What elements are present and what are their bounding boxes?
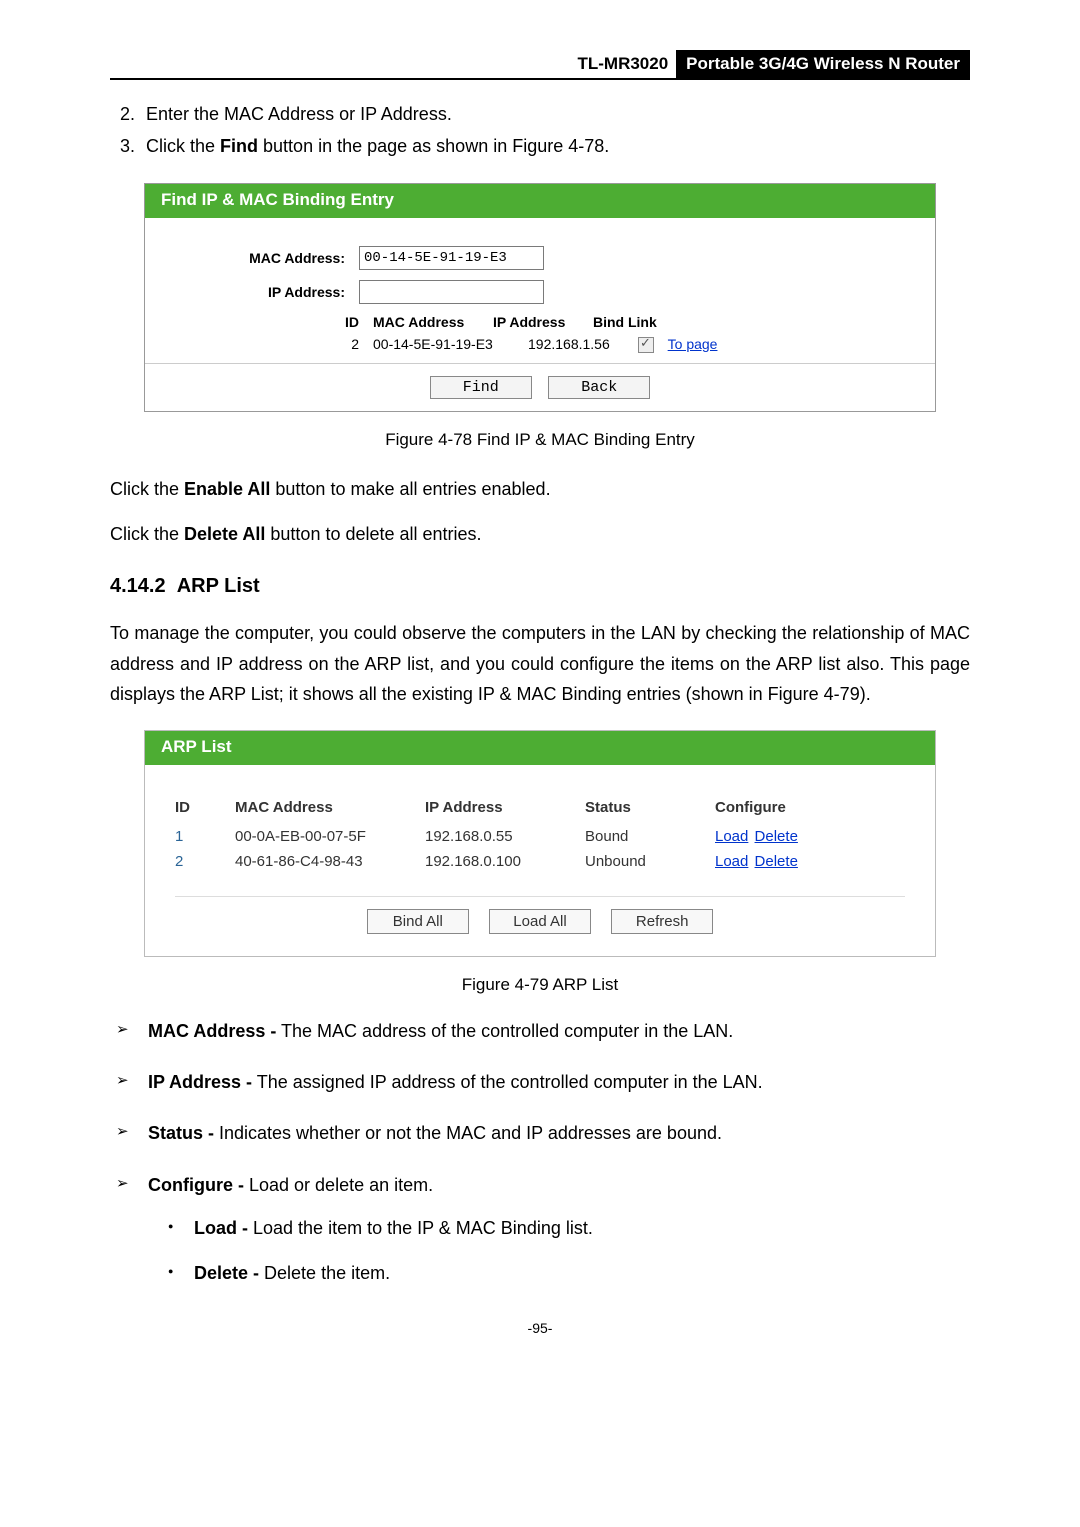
delete-bold: Delete All: [184, 524, 265, 544]
def-mac-term: MAC Address -: [148, 1021, 276, 1041]
arp-r2-mac: 40-61-86-C4-98-43: [235, 853, 425, 870]
header-model: TL-MR3020: [569, 50, 676, 78]
step-3: Click the Find button in the page as sho…: [140, 130, 970, 162]
def-delete-desc: Delete the item.: [259, 1263, 390, 1283]
arp-list-title: ARP List: [145, 731, 935, 765]
arp-r2-delete-link[interactable]: Delete: [755, 853, 798, 870]
def-config-desc: Load or delete an item.: [244, 1175, 433, 1195]
def-delete-term: Delete -: [194, 1263, 259, 1283]
section-title: ARP List: [177, 575, 260, 597]
figure-arp-list: ARP List ID MAC Address IP Address Statu…: [144, 730, 936, 957]
step-3-prefix: Click the: [146, 136, 220, 156]
arp-h-config: Configure: [715, 799, 905, 816]
def-configure: Configure - Load or delete an item. Load…: [110, 1173, 970, 1287]
arp-h-status: Status: [585, 799, 715, 816]
delete-suffix: button to delete all entries.: [265, 524, 481, 544]
def-status-desc: Indicates whether or not the MAC and IP …: [214, 1123, 722, 1143]
bind-checkbox[interactable]: [638, 337, 654, 353]
mac-address-label: MAC Address:: [175, 250, 359, 266]
def-status-term: Status -: [148, 1123, 214, 1143]
bind-all-button[interactable]: Bind All: [367, 909, 469, 934]
figure-479-caption: Figure 4-79 ARP List: [110, 975, 970, 995]
def-ip-desc: The assigned IP address of the controlle…: [252, 1072, 763, 1092]
def-mac-desc: The MAC address of the controlled comput…: [276, 1021, 733, 1041]
arp-r2-status: Unbound: [585, 853, 715, 870]
back-button[interactable]: Back: [548, 376, 650, 399]
arp-r2-ip: 192.168.0.100: [425, 853, 585, 870]
mac-address-input[interactable]: [359, 246, 544, 270]
arp-list-description: To manage the computer, you could observ…: [110, 618, 970, 710]
find-button[interactable]: Find: [430, 376, 532, 399]
def-load: Load - Load the item to the IP & MAC Bin…: [148, 1216, 970, 1241]
enable-prefix: Click the: [110, 479, 184, 499]
arp-h-ip: IP Address: [425, 799, 585, 816]
instruction-steps: Enter the MAC Address or IP Address. Cli…: [110, 98, 970, 163]
arp-table-header: ID MAC Address IP Address Status Configu…: [175, 795, 905, 820]
arp-r1-id: 1: [175, 828, 235, 845]
arp-r2-id: 2: [175, 853, 235, 870]
def-ip-term: IP Address -: [148, 1072, 252, 1092]
arp-r1-mac: 00-0A-EB-00-07-5F: [235, 828, 425, 845]
find-binding-title: Find IP & MAC Binding Entry: [145, 184, 935, 218]
ip-address-input[interactable]: [359, 280, 544, 304]
arp-r1-status: Bound: [585, 828, 715, 845]
step-3-bold: Find: [220, 136, 258, 156]
def-load-term: Load -: [194, 1218, 248, 1238]
find-result-row: 2 00-14-5E-91-19-E3 192.168.1.56 To page: [175, 336, 905, 353]
ip-address-label: IP Address:: [175, 284, 359, 300]
arp-r1-delete-link[interactable]: Delete: [755, 828, 798, 845]
delete-prefix: Click the: [110, 524, 184, 544]
step-2: Enter the MAC Address or IP Address.: [140, 98, 970, 130]
row-mac: 00-14-5E-91-19-E3: [373, 336, 528, 352]
arp-r1-load-link[interactable]: Load: [715, 828, 748, 845]
col-bind-header: Bind Link: [593, 314, 693, 330]
step-3-suffix: button in the page as shown in Figure 4-…: [258, 136, 609, 156]
page-number: -95-: [110, 1320, 970, 1336]
to-page-link[interactable]: To page: [668, 336, 718, 352]
def-load-desc: Load the item to the IP & MAC Binding li…: [248, 1218, 593, 1238]
definition-list: MAC Address - The MAC address of the con…: [110, 1019, 970, 1286]
section-number: 4.14.2: [110, 575, 166, 597]
arp-row: 1 00-0A-EB-00-07-5F 192.168.0.55 Bound L…: [175, 824, 905, 849]
def-ip: IP Address - The assigned IP address of …: [110, 1070, 970, 1095]
enable-bold: Enable All: [184, 479, 270, 499]
def-mac: MAC Address - The MAC address of the con…: [110, 1019, 970, 1044]
arp-r2-load-link[interactable]: Load: [715, 853, 748, 870]
page-header-rule: TL-MR3020 Portable 3G/4G Wireless N Rout…: [110, 48, 970, 80]
arp-h-id: ID: [175, 799, 235, 816]
section-heading: 4.14.2 ARP List: [110, 575, 970, 598]
arp-row: 2 40-61-86-C4-98-43 192.168.0.100 Unboun…: [175, 849, 905, 874]
def-status: Status - Indicates whether or not the MA…: [110, 1121, 970, 1146]
col-id-header: ID: [175, 314, 373, 330]
enable-suffix: button to make all entries enabled.: [270, 479, 550, 499]
arp-h-mac: MAC Address: [235, 799, 425, 816]
col-ip-header: IP Address: [493, 314, 593, 330]
figure-find-binding: Find IP & MAC Binding Entry MAC Address:…: [144, 183, 936, 412]
col-mac-header: MAC Address: [373, 314, 493, 330]
arp-r1-ip: 192.168.0.55: [425, 828, 585, 845]
def-delete: Delete - Delete the item.: [148, 1261, 970, 1286]
delete-all-paragraph: Click the Delete All button to delete al…: [110, 519, 970, 550]
figure-478-caption: Figure 4-78 Find IP & MAC Binding Entry: [110, 430, 970, 450]
load-all-button[interactable]: Load All: [489, 909, 591, 934]
def-config-term: Configure -: [148, 1175, 244, 1195]
row-id: 2: [175, 336, 373, 352]
refresh-button[interactable]: Refresh: [611, 909, 713, 934]
enable-all-paragraph: Click the Enable All button to make all …: [110, 474, 970, 505]
row-ip: 192.168.1.56: [528, 336, 638, 352]
header-description: Portable 3G/4G Wireless N Router: [676, 50, 970, 78]
